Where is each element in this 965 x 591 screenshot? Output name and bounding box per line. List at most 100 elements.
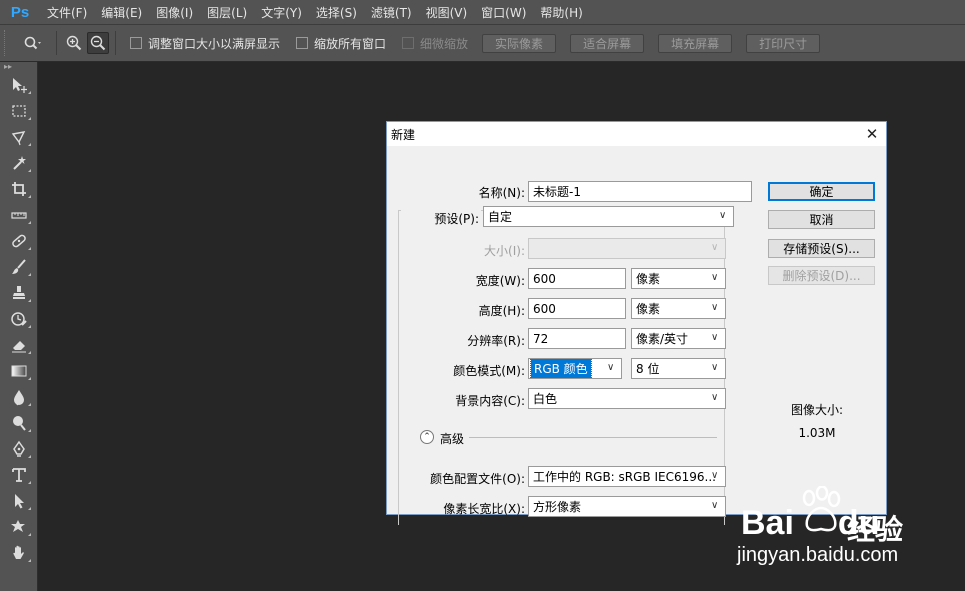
resize-windows-checkbox[interactable]: 调整窗口大小以满屏显示 xyxy=(130,35,280,52)
zoom-out-icon[interactable] xyxy=(87,32,109,54)
color-mode-select[interactable]: RGB 颜色 ∨ xyxy=(528,358,622,379)
checkbox-box[interactable] xyxy=(130,37,142,49)
chevron-down-icon: ∨ xyxy=(711,332,719,343)
advanced-toggle-icon[interactable]: ⌃ xyxy=(420,430,434,444)
image-size-value: 1.03M xyxy=(798,426,836,440)
pixel-aspect-label: 像素长宽比(X): xyxy=(443,502,525,516)
stamp-tool-icon[interactable] xyxy=(0,280,38,306)
resolution-input[interactable]: 72 xyxy=(528,328,626,349)
width-unit-select[interactable]: 像素 ∨ xyxy=(631,268,726,289)
menu-window[interactable]: 窗口(W) xyxy=(474,4,533,21)
pen-tool-icon[interactable] xyxy=(0,436,38,462)
menu-file[interactable]: 文件(F) xyxy=(40,4,94,21)
close-icon[interactable]: ✕ xyxy=(862,124,882,144)
preset-value: 自定 xyxy=(488,210,513,224)
crop-tool-icon[interactable] xyxy=(0,176,38,202)
resolution-label: 分辨率(R): xyxy=(467,334,525,348)
color-mode-label: 颜色模式(M): xyxy=(453,364,525,378)
height-unit-value: 像素 xyxy=(636,302,661,316)
baidu-logo-bai: Bai xyxy=(741,504,794,542)
background-select[interactable]: 白色 ∨ xyxy=(528,388,726,409)
ok-button[interactable]: 确定 xyxy=(768,182,875,201)
healing-brush-tool-icon[interactable] xyxy=(0,228,38,254)
cancel-button[interactable]: 取消 xyxy=(768,210,875,229)
brush-tool-icon[interactable] xyxy=(0,254,38,280)
preset-label: 预设(P): xyxy=(401,210,481,227)
menu-help[interactable]: 帮助(H) xyxy=(533,4,589,21)
magic-wand-tool-icon[interactable] xyxy=(0,150,38,176)
menu-filter[interactable]: 滤镜(T) xyxy=(364,4,419,21)
chevron-down-icon: ∨ xyxy=(607,362,615,373)
type-tool-icon[interactable] xyxy=(0,462,38,488)
move-tool-icon[interactable] xyxy=(0,72,38,98)
color-mode-value: RGB 颜色 xyxy=(530,359,592,378)
baidu-jingyan-watermark: Bai du 经验 jingyan.baidu.com xyxy=(735,486,925,576)
pixel-aspect-select[interactable]: 方形像素 ∨ xyxy=(528,496,726,517)
background-label: 背景内容(C): xyxy=(455,394,525,408)
chevron-down-icon: ∨ xyxy=(711,392,719,403)
history-brush-tool-icon[interactable] xyxy=(0,306,38,332)
chevron-down-icon: ∨ xyxy=(711,362,719,373)
name-label: 名称(N): xyxy=(478,186,525,200)
width-input[interactable]: 600 xyxy=(528,268,626,289)
menu-edit[interactable]: 编辑(E) xyxy=(94,4,149,21)
name-input[interactable]: 未标题-1 xyxy=(528,181,752,202)
hand-tool-icon[interactable] xyxy=(0,540,38,566)
options-bar-grip[interactable] xyxy=(4,30,16,56)
fit-screen-button[interactable]: 适合屏幕 xyxy=(570,33,645,53)
blur-tool-icon[interactable] xyxy=(0,384,38,410)
tools-panel: ▸▸ xyxy=(0,62,38,591)
menu-image[interactable]: 图像(I) xyxy=(149,4,200,21)
height-label: 高度(H): xyxy=(478,304,525,318)
save-preset-button[interactable]: 存储预设(S)... xyxy=(768,239,875,258)
actual-pixels-button[interactable]: 实际像素 xyxy=(482,33,557,53)
delete-preset-button[interactable]: 删除预设(D)... xyxy=(768,266,875,285)
options-separator xyxy=(115,31,116,55)
chevron-down-icon: ∨ xyxy=(711,302,719,313)
zoom-in-icon[interactable] xyxy=(63,32,85,54)
dialog-body: 名称(N): 未标题-1 预设(P): 自定 ∨ 大小(I): ∨ 宽度(W):… xyxy=(387,146,886,525)
height-input[interactable]: 600 xyxy=(528,298,626,319)
photoshop-logo: Ps xyxy=(10,3,30,21)
menu-select[interactable]: 选择(S) xyxy=(309,4,364,21)
dodge-tool-icon[interactable] xyxy=(0,410,38,436)
image-size-label: 图像大小: xyxy=(790,403,844,417)
ruler-tool-icon[interactable] xyxy=(0,202,38,228)
menu-layer[interactable]: 图层(L) xyxy=(200,4,254,21)
preset-select[interactable]: 自定 ∨ xyxy=(483,206,734,227)
checkbox-box[interactable] xyxy=(296,37,309,49)
fill-screen-button[interactable]: 填充屏幕 xyxy=(658,33,733,53)
gradient-tool-icon[interactable] xyxy=(0,358,38,384)
advanced-divider xyxy=(469,437,717,438)
color-profile-select[interactable]: 工作中的 RGB: sRGB IEC6196... ∨ xyxy=(528,466,726,487)
path-selection-tool-icon[interactable] xyxy=(0,488,38,514)
new-document-dialog: 新建 ✕ 名称(N): 未标题-1 预设(P): 自定 ∨ 大小(I): ∨ 宽… xyxy=(386,121,887,525)
zoom-tool-preset-icon[interactable] xyxy=(16,32,50,54)
size-select[interactable]: ∨ xyxy=(528,238,726,259)
eraser-tool-icon[interactable] xyxy=(0,332,38,358)
chevron-down-icon: ∨ xyxy=(711,470,719,481)
shape-tool-icon[interactable] xyxy=(0,514,38,540)
jingyan-text: 经验 xyxy=(847,513,904,546)
watermark-url: jingyan.baidu.com xyxy=(737,544,899,566)
menu-type[interactable]: 文字(Y) xyxy=(254,4,309,21)
bit-depth-value: 8 位 xyxy=(636,362,660,376)
chevron-down-icon: ∨ xyxy=(711,242,719,253)
options-separator xyxy=(56,31,57,55)
print-size-button[interactable]: 打印尺寸 xyxy=(746,33,821,53)
resolution-unit-select[interactable]: 像素/英寸 ∨ xyxy=(631,328,726,349)
lasso-tool-icon[interactable] xyxy=(0,124,38,150)
height-unit-select[interactable]: 像素 ∨ xyxy=(631,298,726,319)
checkbox-box[interactable] xyxy=(402,37,415,49)
zoom-all-windows-checkbox[interactable]: 缩放所有窗口 xyxy=(296,35,386,52)
width-unit-value: 像素 xyxy=(636,272,661,286)
menu-view[interactable]: 视图(V) xyxy=(419,4,475,21)
tools-panel-grip[interactable]: ▸▸ xyxy=(0,62,37,72)
scrubby-zoom-checkbox[interactable]: 细微缩放 xyxy=(402,35,468,52)
bit-depth-select[interactable]: 8 位 ∨ xyxy=(631,358,726,379)
dialog-title-bar[interactable]: 新建 ✕ xyxy=(387,122,886,146)
scrubby-zoom-label: 细微缩放 xyxy=(420,36,469,51)
options-bar: 调整窗口大小以满屏显示 缩放所有窗口 细微缩放 实际像素 适合屏幕 填充屏幕 打… xyxy=(0,24,965,62)
resolution-unit-value: 像素/英寸 xyxy=(636,332,689,346)
marquee-tool-icon[interactable] xyxy=(0,98,38,124)
